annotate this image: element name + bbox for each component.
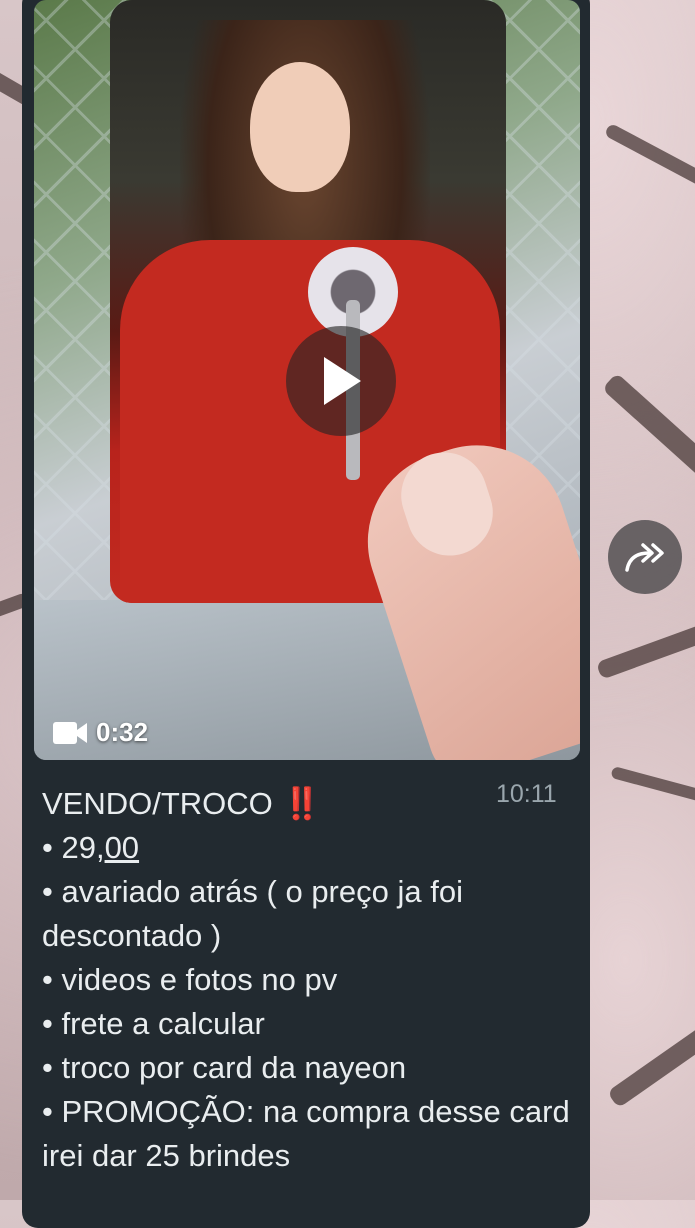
message-title: VENDO/TROCO xyxy=(42,786,273,821)
message-text: VENDO/TROCO ‼️ • 29,00 • avariado atrás (… xyxy=(42,782,572,1178)
price-line: • 29,00 xyxy=(42,826,572,870)
forward-button[interactable] xyxy=(608,520,682,594)
forward-icon xyxy=(625,543,664,572)
list-item: • frete a calcular xyxy=(42,1006,265,1041)
play-button[interactable] xyxy=(286,326,396,436)
message-title-line: VENDO/TROCO ‼️ xyxy=(42,782,572,826)
double-exclamation-emoji: ‼️ xyxy=(282,786,322,821)
price-prefix: • 29, xyxy=(42,830,105,865)
video-camera-icon xyxy=(53,721,87,744)
play-icon xyxy=(324,357,361,405)
list-item: • troco por card da nayeon xyxy=(42,1050,407,1085)
list-item: • videos e fotos no pv xyxy=(42,962,338,997)
list-item: • avariado atrás ( o preço ja foi descon… xyxy=(42,874,463,953)
video-thumbnail[interactable]: 0:32 xyxy=(34,0,580,760)
price-cents: 00 xyxy=(104,830,140,865)
list-item: • PROMOÇÃO: na compra desse card irei da… xyxy=(42,1094,570,1173)
video-duration: 0:32 xyxy=(52,717,148,748)
duration-label: 0:32 xyxy=(96,717,149,747)
